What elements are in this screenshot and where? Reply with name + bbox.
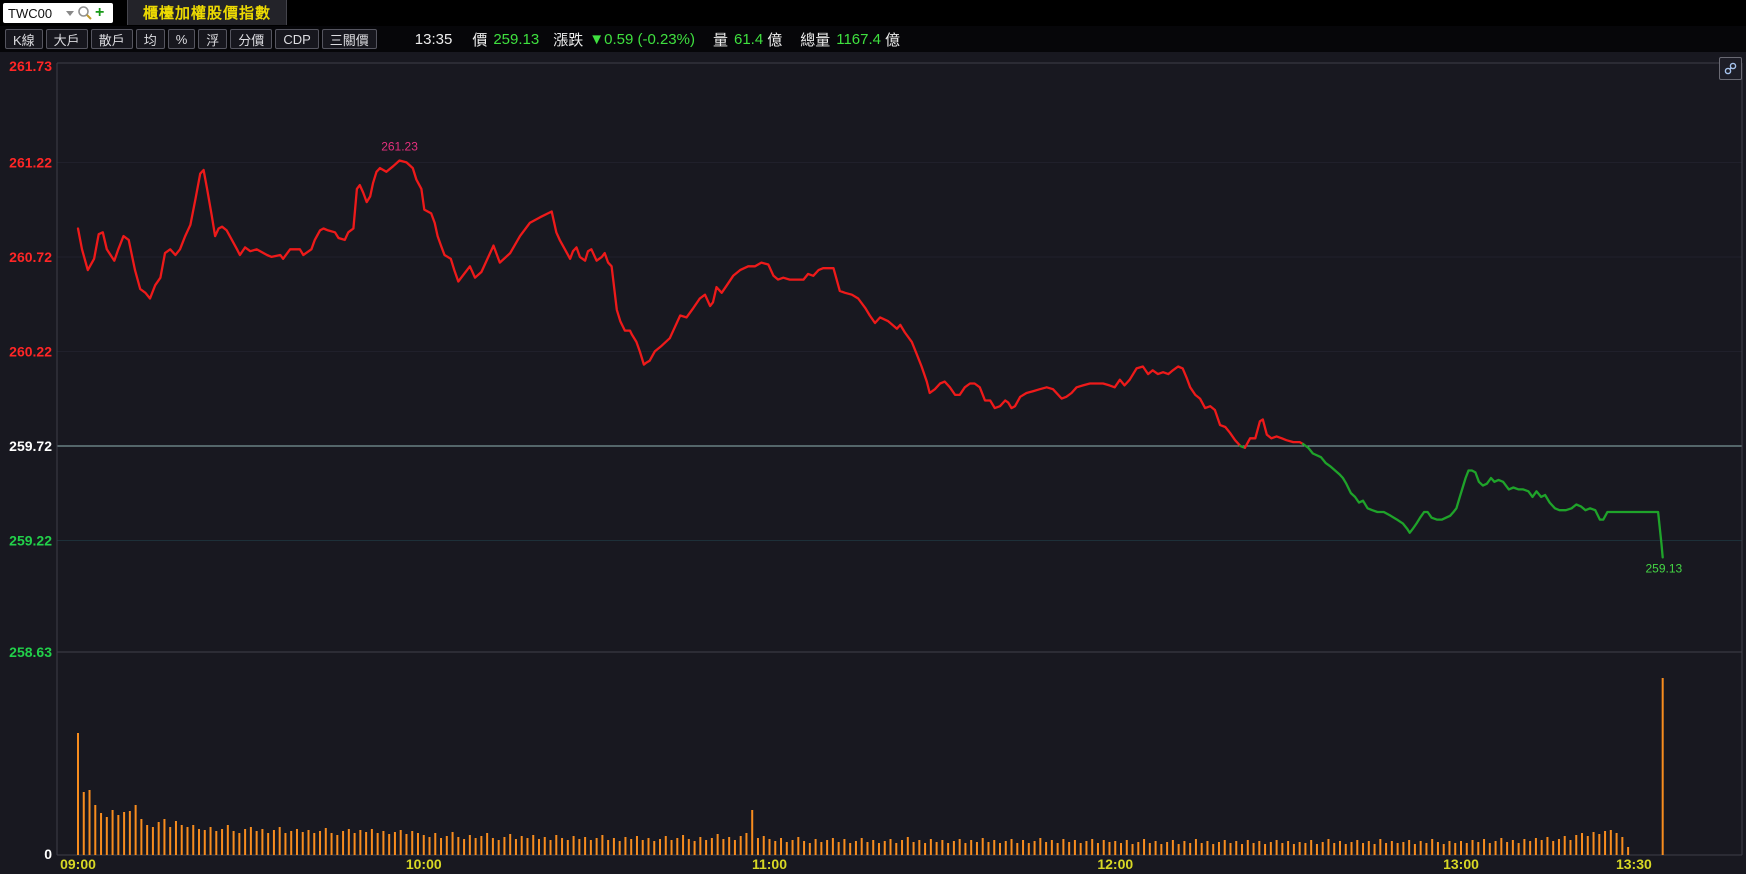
y-axis-label: 259.72 <box>9 438 52 454</box>
x-axis-label: 13:30 <box>1616 856 1652 872</box>
high-price-annotation: 261.23 <box>381 140 418 154</box>
y-axis-label: 261.22 <box>9 154 52 170</box>
chart-area: 261.73 261.22 260.72 260.22 259.72 259.22 258.… <box>0 52 1746 874</box>
intraday-chart[interactable]: 261.73 261.22 260.72 260.22 259.72 259.22 258.… <box>0 52 1746 874</box>
price-line-segment <box>76 159 1242 448</box>
top-bar: + 櫃檯加權股價指數 <box>0 0 1746 26</box>
quote-time: 13:35 <box>414 30 453 48</box>
y-axis-label: 260.72 <box>9 249 52 265</box>
y-axis-label: 261.73 <box>9 58 52 74</box>
tab-label: 櫃檯加權股價指數 <box>143 5 272 22</box>
button-kline[interactable]: K線 <box>5 29 43 49</box>
button-price-dist[interactable]: 分價 <box>230 29 273 49</box>
total-volume-unit: 億 <box>885 31 901 49</box>
quote-status-bar: 13:35 價 259.13 漲跌 ▼0.59 (-0.23%) 量 61.4 … <box>415 29 900 50</box>
x-axis-label: 13:00 <box>1443 856 1479 872</box>
volume-bars <box>77 678 1664 855</box>
x-axis-label: 12:00 <box>1097 856 1133 872</box>
link-icon <box>1724 62 1737 75</box>
y-axis-zero-label: 0 <box>44 846 52 862</box>
x-axis-label: 11:00 <box>752 856 787 872</box>
link-button[interactable] <box>1719 57 1742 80</box>
last-price: 259.13 <box>493 30 540 48</box>
y-axis-label: 259.22 <box>9 532 52 548</box>
price-line-segment <box>1243 418 1305 449</box>
last-price-annotation: 259.13 <box>1645 561 1682 575</box>
symbol-search-box[interactable]: + <box>3 3 113 23</box>
tab-otc-weighted-index[interactable]: 櫃檯加權股價指數 <box>127 0 288 25</box>
total-volume: 1167.4 <box>836 30 881 48</box>
button-average[interactable]: 均 <box>135 29 165 49</box>
price-label: 價 <box>472 31 488 49</box>
x-axis-label: 09:00 <box>60 856 96 872</box>
y-axis-label: 260.22 <box>9 343 52 359</box>
interval-volume: 61.4 <box>734 30 764 48</box>
add-symbol-button[interactable]: + <box>95 5 104 21</box>
button-cdp[interactable]: CDP <box>275 29 319 49</box>
symbol-input[interactable] <box>8 5 64 21</box>
y-axis-label: 258.63 <box>9 644 52 660</box>
button-retail[interactable]: 散戶 <box>90 29 133 49</box>
chart-toolbar: K線 大戶 散戶 均 % 浮 分價 CDP 三關價 13:35 價 259.13… <box>0 26 1746 52</box>
total-volume-label: 總量 <box>800 31 831 49</box>
search-icon[interactable] <box>77 5 93 21</box>
button-percent[interactable]: % <box>167 29 196 49</box>
button-three-gates[interactable]: 三關價 <box>321 29 377 49</box>
change-label: 漲跌 <box>553 31 584 49</box>
dropdown-caret-icon[interactable] <box>66 10 74 16</box>
price-change: ▼0.59 (-0.23%) <box>589 30 695 48</box>
volume-label: 量 <box>712 31 728 49</box>
button-float[interactable]: 浮 <box>198 29 228 49</box>
x-axis-label: 10:00 <box>406 856 442 872</box>
button-bigtrader[interactable]: 大戶 <box>45 29 88 49</box>
volume-unit: 億 <box>767 31 783 49</box>
